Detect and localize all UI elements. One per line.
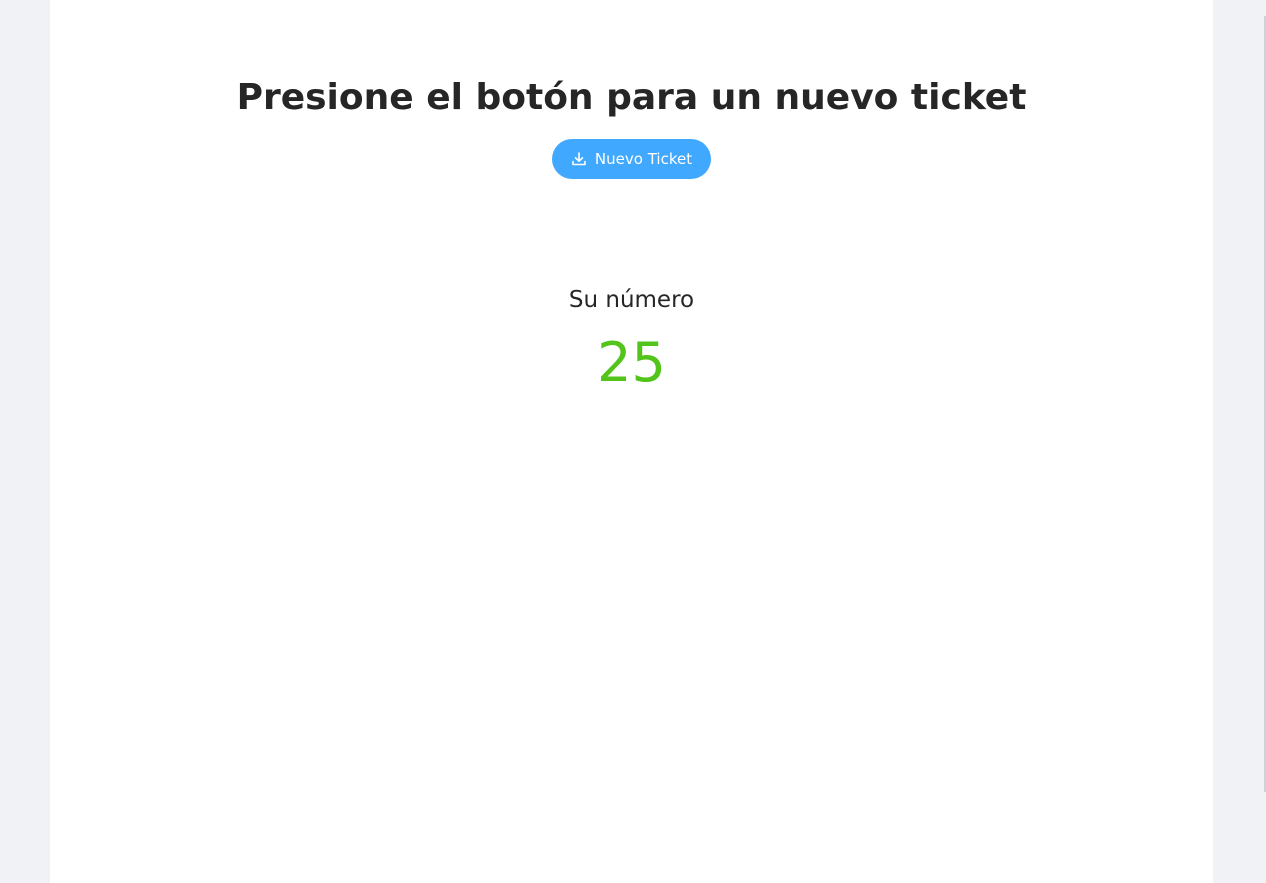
number-label: Su número <box>568 287 695 313</box>
download-icon <box>571 151 587 167</box>
ticket-number: 25 <box>597 331 666 394</box>
new-ticket-button[interactable]: Nuevo Ticket <box>552 139 711 179</box>
content-panel: Presione el botón para un nuevo ticket N… <box>50 0 1213 883</box>
new-ticket-button-label: Nuevo Ticket <box>594 150 693 168</box>
page-title: Presione el botón para un nuevo ticket <box>236 77 1027 118</box>
